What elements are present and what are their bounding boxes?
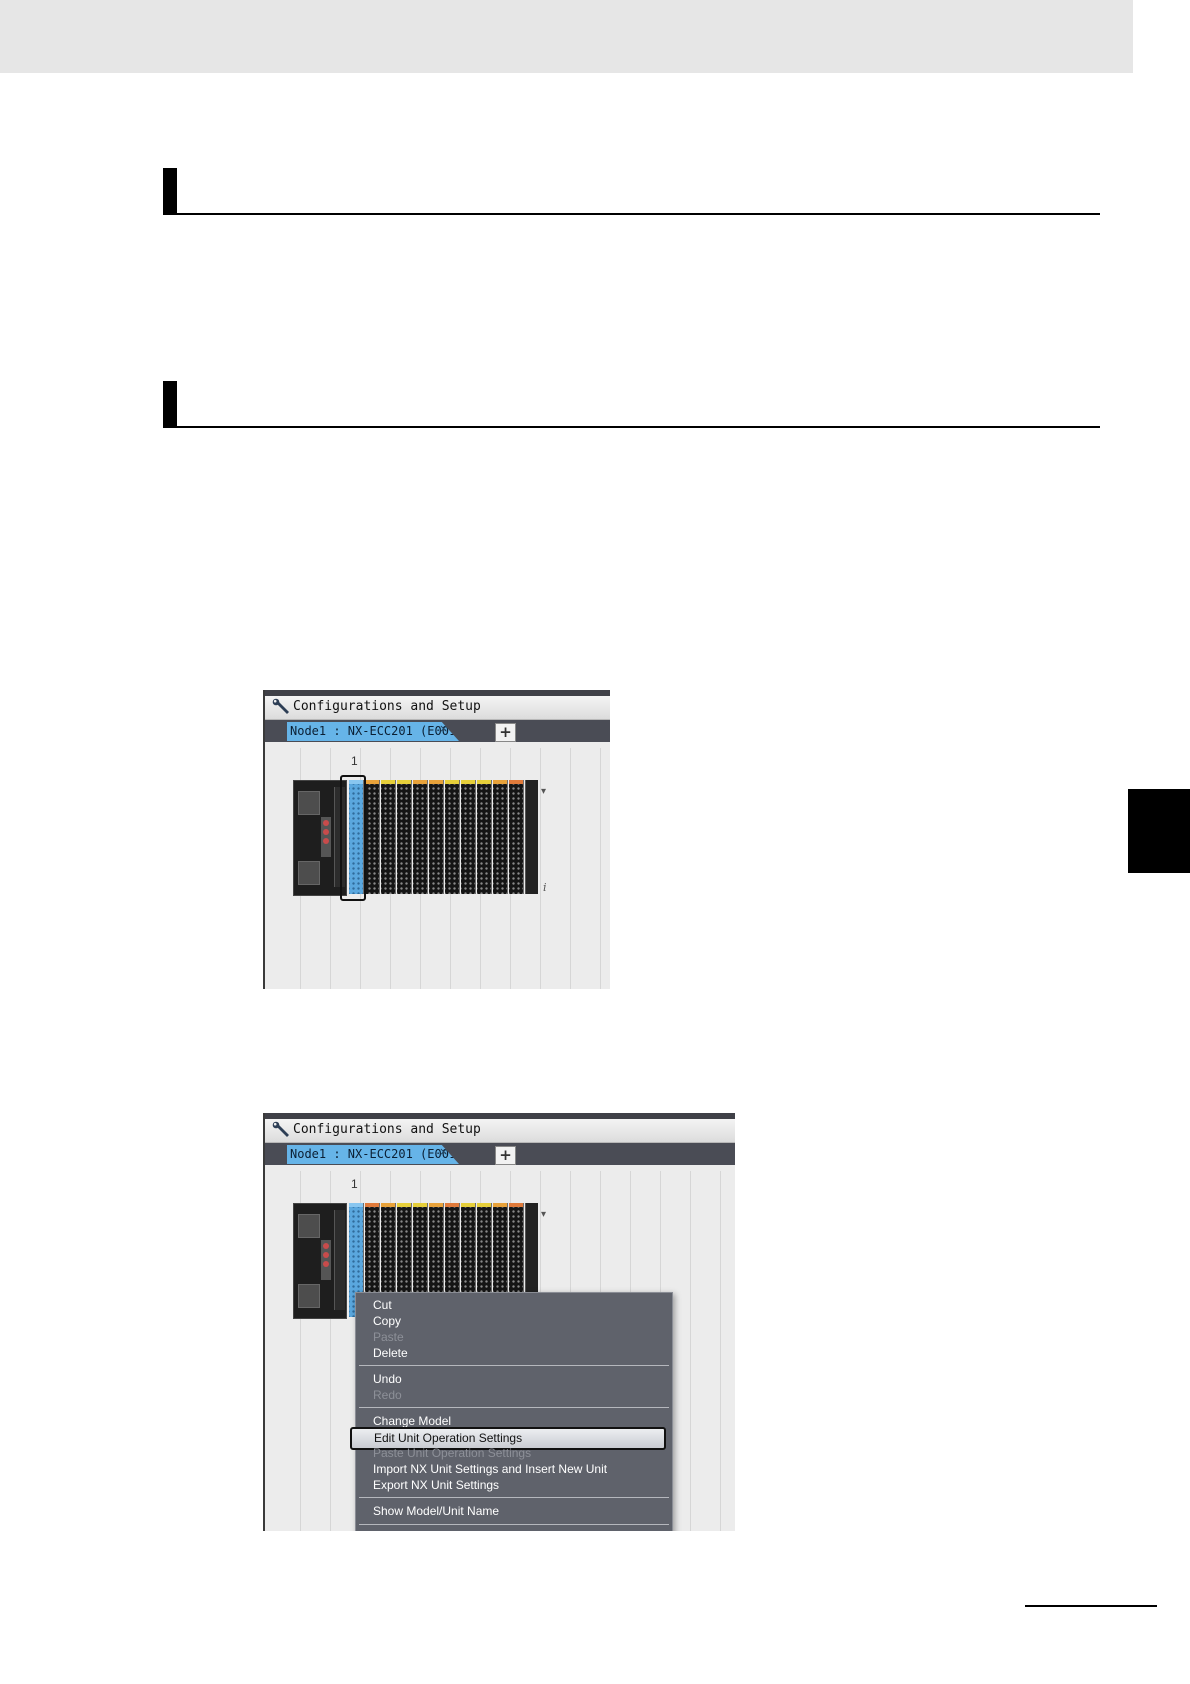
section-heading-rule	[163, 168, 1100, 215]
close-icon[interactable]: ×	[439, 722, 448, 735]
status-led-icon	[321, 817, 331, 857]
slot-number-label: 1	[351, 1177, 358, 1191]
port-icon	[298, 861, 320, 885]
pane-title: Configurations and Setup	[293, 699, 481, 714]
menu-separator	[359, 1365, 669, 1366]
nx-unit[interactable]	[397, 780, 412, 894]
menu-separator	[359, 1524, 669, 1525]
wrench-icon	[272, 698, 289, 714]
menu-item-undo[interactable]: Undo	[373, 1372, 402, 1386]
chapter-index-tab	[1128, 789, 1190, 873]
port-icon	[298, 791, 320, 815]
close-icon[interactable]: ×	[439, 1145, 448, 1158]
pane-title: Configurations and Setup	[293, 1122, 481, 1137]
pane-title-bar: Configurations and Setup	[265, 696, 610, 720]
tab-node1[interactable]: Node1 : NX-ECC201 (E001 ×	[287, 1145, 459, 1164]
menu-item-paste-unit-operation-settings[interactable]: Paste Unit Operation Settings	[373, 1446, 531, 1460]
menu-item-show-model-unit-name[interactable]: Show Model/Unit Name	[373, 1504, 499, 1518]
chevron-down-icon[interactable]: ▾	[541, 786, 546, 797]
menu-item-delete[interactable]: Delete	[373, 1346, 408, 1360]
menu-item-redo[interactable]: Redo	[373, 1388, 402, 1402]
ethercat-coupler-unit[interactable]	[293, 780, 347, 896]
selection-highlight-box	[340, 775, 366, 901]
tab-bar: Node1 : NX-ECC201 (E001 × +	[265, 720, 610, 742]
menu-item-paste[interactable]: Paste	[373, 1330, 404, 1344]
wrench-icon	[272, 1121, 289, 1137]
nx-unit[interactable]	[509, 780, 524, 894]
menu-item-copy[interactable]: Copy	[373, 1314, 401, 1328]
menu-item-change-model[interactable]: Change Model	[373, 1414, 451, 1428]
info-icon[interactable]: i	[543, 881, 547, 894]
nx-unit[interactable]	[413, 780, 428, 894]
tab-bar: Node1 : NX-ECC201 (E001 × +	[265, 1143, 735, 1165]
nx-unit[interactable]	[365, 780, 380, 894]
section-heading-rule	[163, 381, 1100, 428]
pane-title-bar: Configurations and Setup	[265, 1119, 735, 1143]
nx-unit[interactable]	[493, 780, 508, 894]
end-cover	[525, 780, 538, 894]
screenshot-configurations-setup-selected-unit: Configurations and Setup Node1 : NX-ECC2…	[263, 690, 610, 989]
nx-unit[interactable]	[445, 780, 460, 894]
tab-label: Node1 : NX-ECC201 (E001	[290, 1147, 457, 1161]
status-led-icon	[321, 1240, 331, 1280]
add-tab-button[interactable]: +	[495, 1146, 516, 1165]
menu-item-export-nx-unit-settings[interactable]: Export NX Unit Settings	[373, 1478, 499, 1492]
menu-separator	[359, 1497, 669, 1498]
edit-canvas[interactable]: 1 ▾ i	[271, 748, 610, 989]
nx-unit[interactable]	[461, 780, 476, 894]
chevron-down-icon[interactable]: ▾	[541, 1209, 546, 1220]
page-header-band	[0, 0, 1133, 73]
nx-unit-rack: ▾ i	[293, 780, 553, 896]
page-number-rule	[1025, 1605, 1157, 1607]
nx-unit[interactable]	[477, 780, 492, 894]
add-tab-button[interactable]: +	[495, 723, 516, 742]
ethercat-coupler-unit[interactable]	[293, 1203, 347, 1319]
menu-item-cut[interactable]: Cut	[373, 1298, 392, 1312]
port-icon	[298, 1284, 320, 1308]
context-menu: Cut Copy Paste Delete Undo Redo Change M…	[350, 1292, 673, 1531]
slot-number-label: 1	[351, 754, 358, 768]
port-icon	[298, 1214, 320, 1238]
screenshot-configurations-setup-context-menu: Configurations and Setup Node1 : NX-ECC2…	[263, 1113, 735, 1531]
nx-unit[interactable]	[381, 780, 396, 894]
menu-separator	[359, 1407, 669, 1408]
tab-node1[interactable]: Node1 : NX-ECC201 (E001 ×	[287, 722, 459, 741]
menu-item-import-nx-unit-settings[interactable]: Import NX Unit Settings and Insert New U…	[373, 1462, 607, 1476]
nx-unit[interactable]	[429, 780, 444, 894]
tab-label: Node1 : NX-ECC201 (E001	[290, 724, 457, 738]
